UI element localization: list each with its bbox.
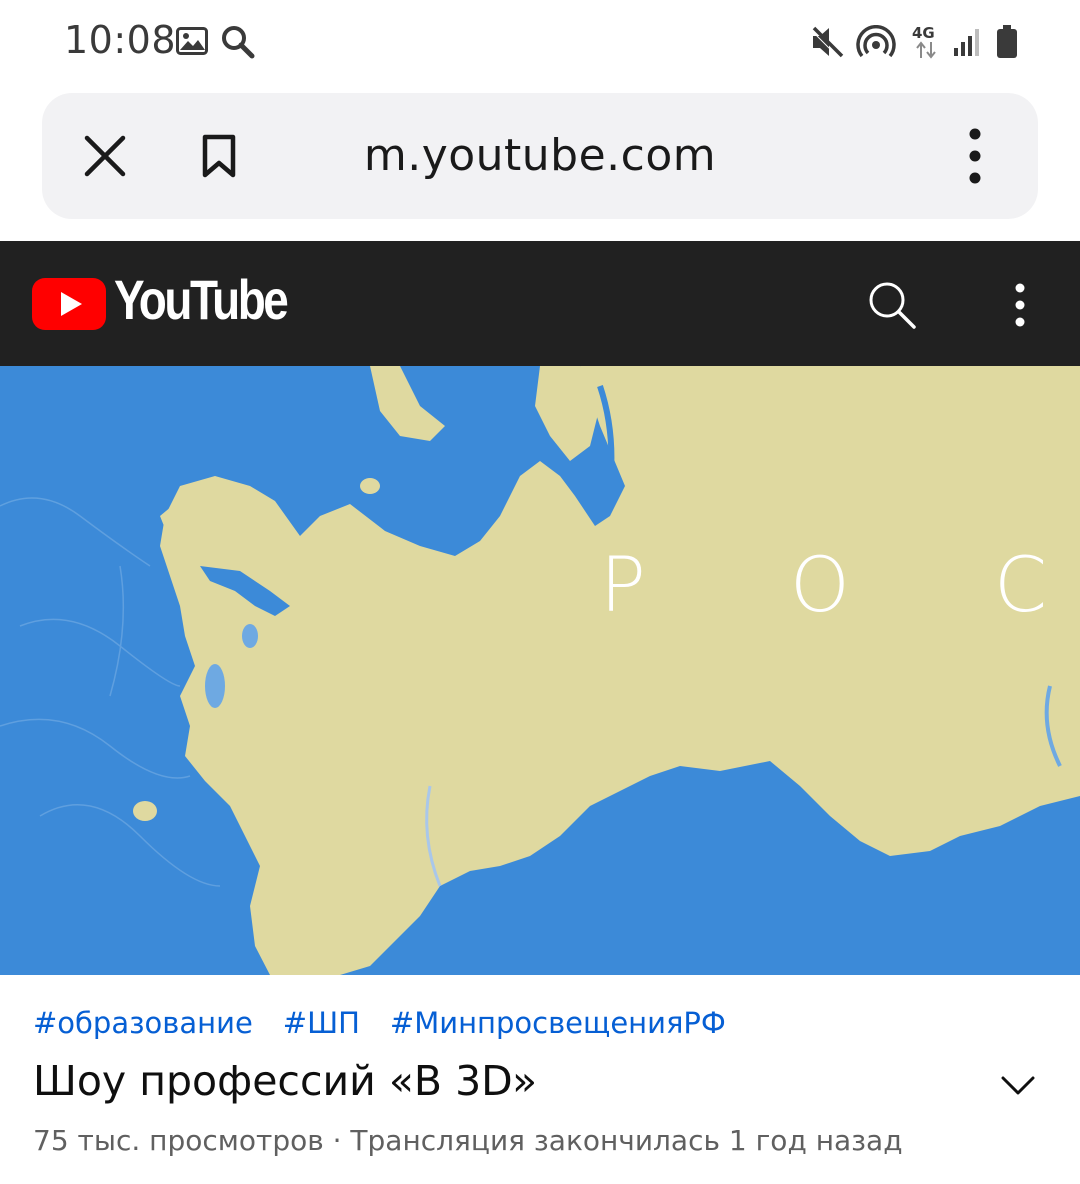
youtube-search-button[interactable] <box>864 277 920 333</box>
hashtag-list: #образование #ШП #МинпросвещенияРФ <box>33 1006 726 1040</box>
bookmark-icon <box>202 134 236 178</box>
close-icon <box>84 135 126 177</box>
browser-url-bar: m.youtube.com <box>42 93 1038 219</box>
close-button[interactable] <box>80 131 130 181</box>
chevron-down-icon <box>1001 1076 1035 1095</box>
network-4g-icon: 4G <box>912 24 940 60</box>
mute-icon <box>810 25 846 64</box>
hashtag-link[interactable]: #МинпросвещенияРФ <box>390 1006 726 1040</box>
video-frame-map: Р О С С <box>0 366 1080 975</box>
image-icon <box>176 27 208 60</box>
hashtag-link[interactable]: #ШП <box>283 1006 360 1040</box>
browser-menu-button[interactable] <box>952 123 998 189</box>
more-vert-icon <box>969 128 981 184</box>
battery-icon <box>996 25 1018 64</box>
video-meta: 75 тыс. просмотров · Трансляция закончил… <box>33 1124 903 1157</box>
more-vert-icon <box>1015 283 1025 327</box>
status-time: 10:08 <box>64 18 177 62</box>
url-text[interactable]: m.youtube.com <box>42 93 1038 219</box>
bookmark-button[interactable] <box>194 131 244 181</box>
video-title[interactable]: Шоу профессий «В 3D» <box>33 1057 537 1105</box>
signal-icon <box>952 27 982 62</box>
hashtag-link[interactable]: #образование <box>33 1006 253 1040</box>
youtube-header: YouTube <box>0 241 1080 366</box>
youtube-logo-icon <box>32 278 106 330</box>
youtube-menu-button[interactable] <box>1000 277 1040 333</box>
expand-description-button[interactable] <box>996 1066 1040 1106</box>
map-overlay-text: Р О С С <box>600 540 1080 629</box>
search-icon <box>220 24 256 65</box>
video-player[interactable]: Р О С С <box>0 366 1080 975</box>
status-bar: 10:08 4G <box>0 0 1080 84</box>
youtube-logo-link[interactable]: YouTube <box>32 268 289 337</box>
search-icon <box>869 282 916 329</box>
hotspot-icon <box>856 25 896 64</box>
youtube-wordmark: YouTube <box>114 268 289 331</box>
